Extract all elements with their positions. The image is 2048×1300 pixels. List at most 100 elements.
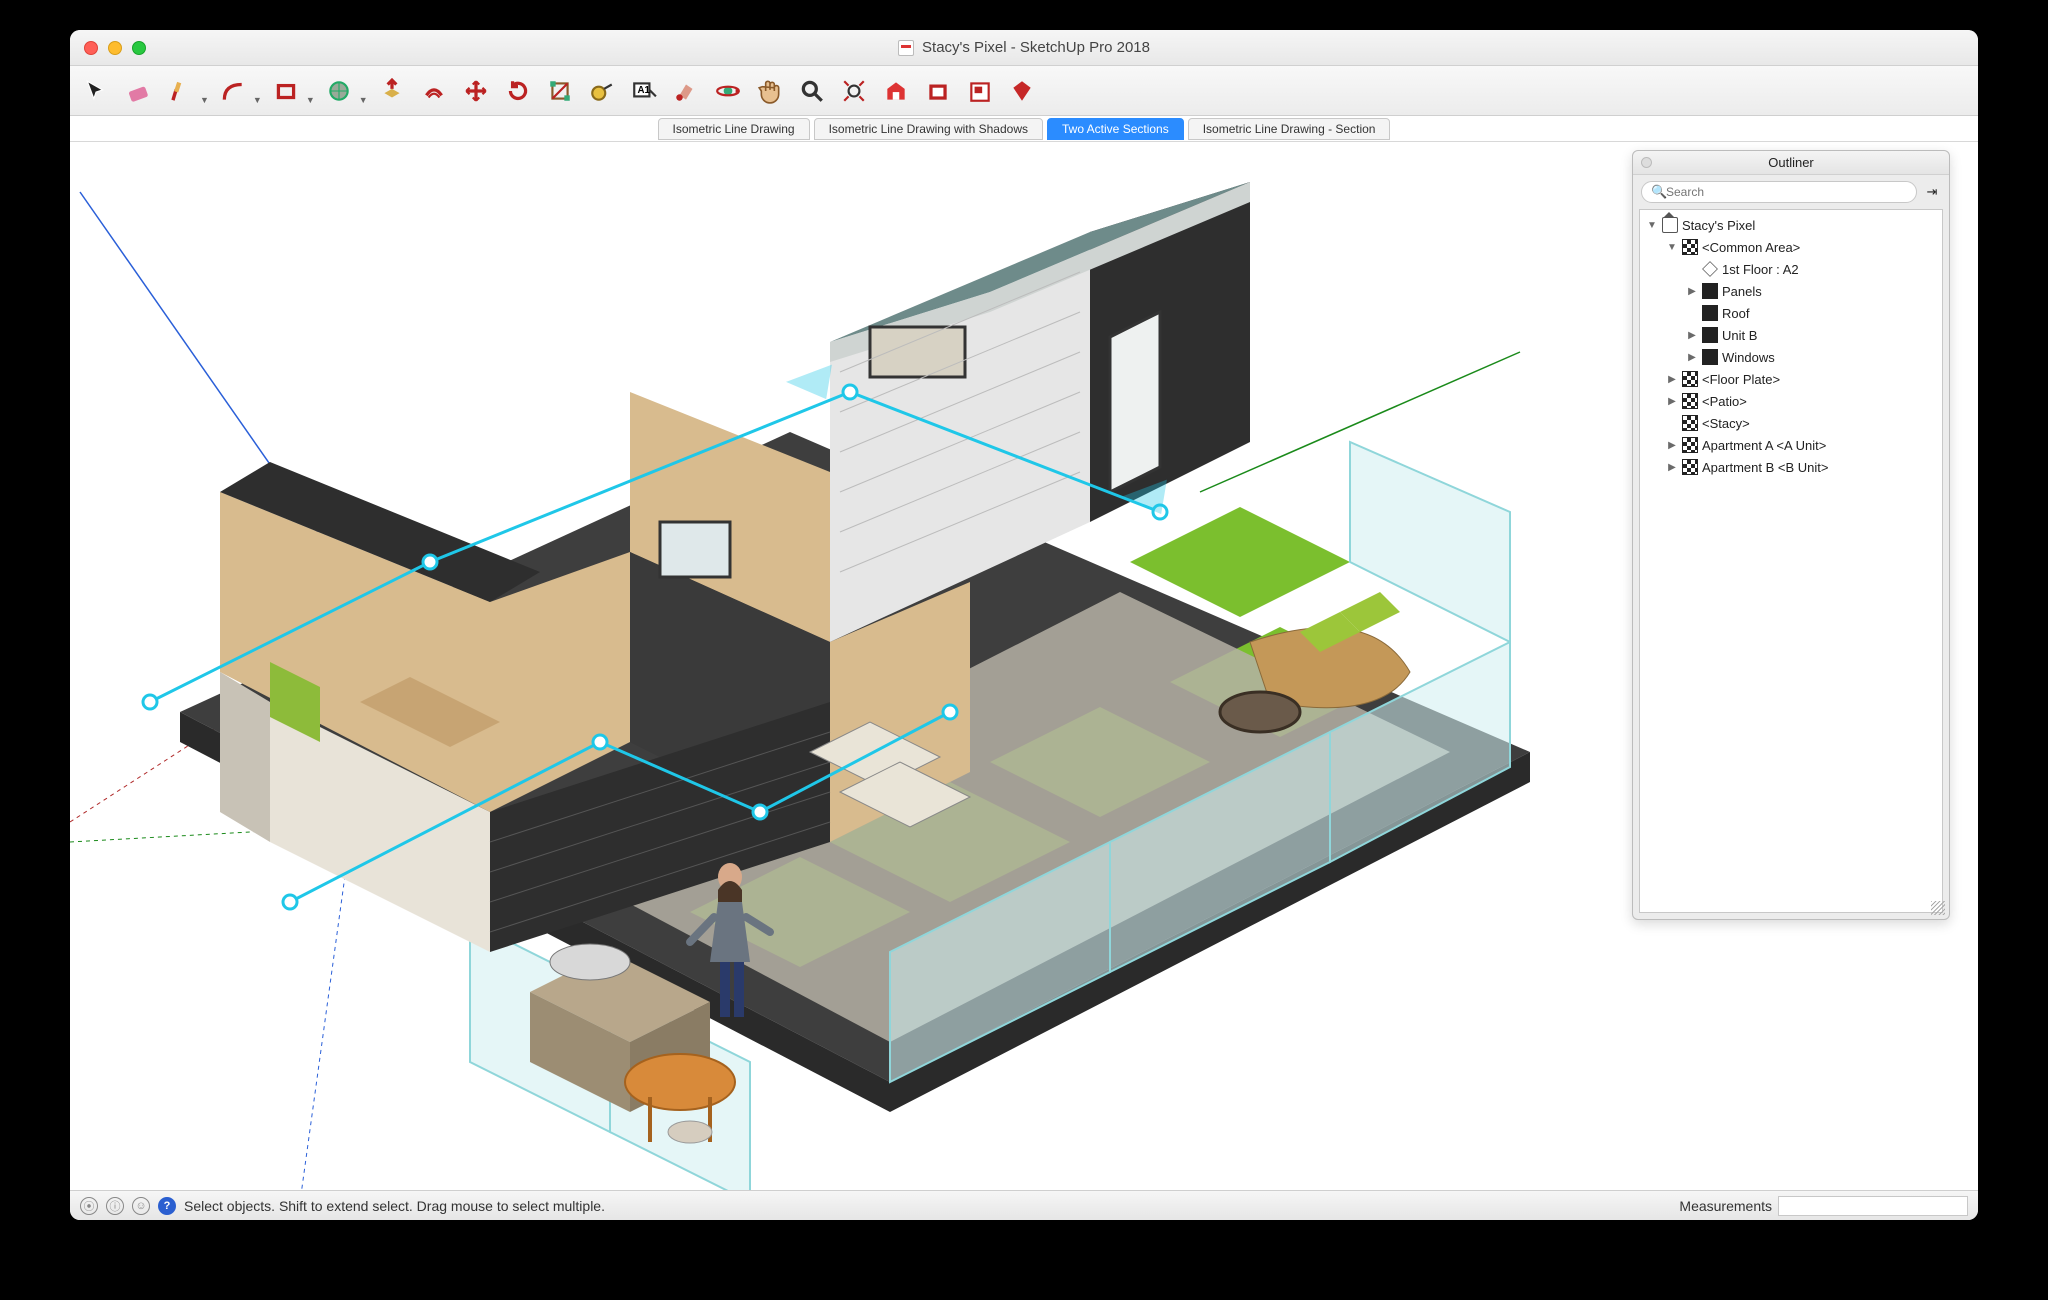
chevron-right-icon[interactable]: ▶ [1666, 462, 1678, 473]
circle-tool[interactable] [321, 73, 357, 109]
section-icon [1702, 261, 1718, 277]
text-tool[interactable]: A1 [626, 73, 662, 109]
eraser-tool[interactable] [120, 73, 156, 109]
group-icon [1702, 305, 1718, 321]
tree-label: Apartment B <B Unit> [1702, 460, 1828, 475]
tree-row[interactable]: ▶1st Floor : A2 [1640, 258, 1942, 280]
tree-row[interactable]: ▶ Apartment A <A Unit> [1640, 434, 1942, 456]
extension-warehouse-tool[interactable] [920, 73, 956, 109]
arc-tool[interactable] [215, 73, 251, 109]
chevron-down-icon[interactable]: ▼ [1646, 220, 1658, 231]
zoom-icon[interactable] [132, 41, 146, 55]
tree-label: <Common Area> [1702, 240, 1800, 255]
tree-row[interactable]: ▼ <Common Area> [1640, 236, 1942, 258]
component-icon [1682, 371, 1698, 387]
geo-icon[interactable]: ⦿ [80, 1197, 98, 1215]
tree-row[interactable]: ▼ Stacy's Pixel [1640, 214, 1942, 236]
zoom-tool[interactable] [794, 73, 830, 109]
tree-row[interactable]: ▶ Apartment B <B Unit> [1640, 456, 1942, 478]
component-icon [1682, 437, 1698, 453]
rotate-tool[interactable] [500, 73, 536, 109]
chevron-right-icon[interactable]: ▶ [1686, 352, 1698, 363]
scene-tab-0[interactable]: Isometric Line Drawing [658, 118, 810, 140]
offset-tool[interactable] [416, 73, 452, 109]
user-icon[interactable]: ☺ [132, 1197, 150, 1215]
circle-tool-dropdown-icon[interactable]: ▼ [359, 95, 368, 105]
chevron-right-icon[interactable]: ▶ [1666, 396, 1678, 407]
chevron-right-icon[interactable]: ▶ [1666, 374, 1678, 385]
line-tool[interactable] [162, 73, 198, 109]
app-window: Stacy's Pixel - SketchUp Pro 2018 ▼ ▼ ▼ ▼ A1… [70, 30, 1978, 1220]
tree-label: Windows [1722, 350, 1775, 365]
tree-row[interactable]: ▶<Stacy> [1640, 412, 1942, 434]
group-icon [1702, 283, 1718, 299]
tree-row[interactable]: ▶ Unit B [1640, 324, 1942, 346]
window-controls [84, 41, 146, 55]
tree-row[interactable]: ▶Roof [1640, 302, 1942, 324]
svg-text:A1: A1 [637, 85, 650, 96]
tree-row[interactable]: ▶ <Floor Plate> [1640, 368, 1942, 390]
measurements-input[interactable] [1778, 1196, 1968, 1216]
credits-icon[interactable]: ⓘ [106, 1197, 124, 1215]
rectangle-tool-dropdown-icon[interactable]: ▼ [306, 95, 315, 105]
tree-label: <Patio> [1702, 394, 1747, 409]
chevron-right-icon[interactable]: ▶ [1666, 440, 1678, 451]
scene-tabs: Isometric Line DrawingIsometric Line Dra… [70, 116, 1978, 142]
arc-tool-dropdown-icon[interactable]: ▼ [253, 95, 262, 105]
minimize-icon[interactable] [108, 41, 122, 55]
extensions-tool[interactable] [1004, 73, 1040, 109]
tree-row[interactable]: ▶ <Patio> [1640, 390, 1942, 412]
chevron-right-icon[interactable]: ▶ [1686, 286, 1698, 297]
pan-tool[interactable] [752, 73, 788, 109]
pushpull-tool[interactable] [374, 73, 410, 109]
chevron-down-icon[interactable]: ▼ [1666, 242, 1678, 253]
scene-tab-3[interactable]: Isometric Line Drawing - Section [1188, 118, 1391, 140]
search-icon: 🔍 [1651, 184, 1667, 200]
component-icon [1682, 239, 1698, 255]
line-tool-dropdown-icon[interactable]: ▼ [200, 95, 209, 105]
resize-grip-icon[interactable] [1931, 901, 1945, 915]
group-icon [1702, 327, 1718, 343]
move-tool[interactable] [458, 73, 494, 109]
tree-label: 1st Floor : A2 [1722, 262, 1799, 277]
warehouse-tool[interactable] [878, 73, 914, 109]
rectangle-tool[interactable] [268, 73, 304, 109]
scale-tool[interactable] [542, 73, 578, 109]
component-icon [1682, 415, 1698, 431]
tree-row[interactable]: ▶ Windows [1640, 346, 1942, 368]
tree-label: Roof [1722, 306, 1749, 321]
title-text: Stacy's Pixel - SketchUp Pro 2018 [922, 39, 1150, 56]
search-input[interactable] [1641, 181, 1917, 203]
tree-label: Unit B [1722, 328, 1757, 343]
window-title: Stacy's Pixel - SketchUp Pro 2018 [898, 39, 1150, 56]
chevron-right-icon[interactable]: ▶ [1686, 330, 1698, 341]
scene-tab-2[interactable]: Two Active Sections [1047, 118, 1184, 140]
help-icon[interactable]: ? [158, 1197, 176, 1215]
scene-tab-1[interactable]: Isometric Line Drawing with Shadows [814, 118, 1043, 140]
measurements-label: Measurements [1679, 1198, 1772, 1214]
zoom-extents-tool[interactable] [836, 73, 872, 109]
main-toolbar: ▼ ▼ ▼ ▼ A1 [70, 66, 1978, 116]
document-icon [898, 40, 914, 56]
layout-tool[interactable] [962, 73, 998, 109]
close-icon[interactable] [84, 41, 98, 55]
tree-label: <Floor Plate> [1702, 372, 1780, 387]
model-icon [1662, 217, 1678, 233]
tree-label: Stacy's Pixel [1682, 218, 1755, 233]
filter-arrow-icon[interactable]: ⇥ [1923, 184, 1941, 200]
outliner-tree[interactable]: ▼Stacy's Pixel▼<Common Area>▶1st Floor :… [1639, 209, 1943, 913]
orbit-tool[interactable] [710, 73, 746, 109]
tree-label: Panels [1722, 284, 1762, 299]
tree-label: Apartment A <A Unit> [1702, 438, 1826, 453]
tape-tool[interactable] [584, 73, 620, 109]
group-icon [1702, 349, 1718, 365]
status-hint: Select objects. Shift to extend select. … [184, 1198, 605, 1214]
panel-close-icon[interactable] [1641, 157, 1652, 168]
viewport-3d[interactable]: Outliner 🔍 ⇥ ▼ Stacy's Pixel ▼ <Common Area… [70, 142, 1978, 1190]
outliner-title[interactable]: Outliner [1633, 151, 1949, 175]
select-tool[interactable] [78, 73, 114, 109]
outliner-panel[interactable]: Outliner 🔍 ⇥ ▼ Stacy's Pixel ▼ <Common Area… [1632, 150, 1950, 920]
tree-row[interactable]: ▶ Panels [1640, 280, 1942, 302]
component-icon [1682, 393, 1698, 409]
paint-tool[interactable] [668, 73, 704, 109]
